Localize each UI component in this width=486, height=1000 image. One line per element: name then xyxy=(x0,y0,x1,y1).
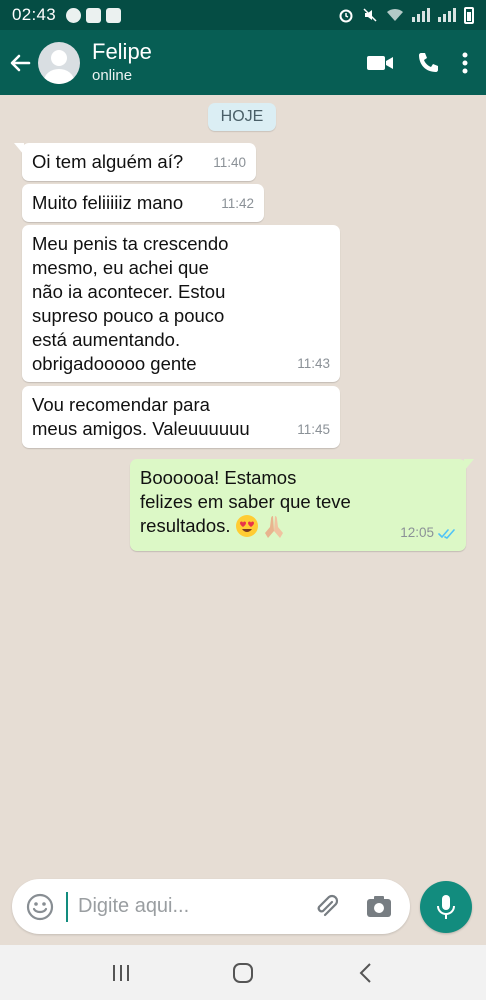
back-arrow-icon xyxy=(10,54,31,71)
message-time: 11:43 xyxy=(297,356,330,371)
home-icon xyxy=(233,962,253,983)
attach-button[interactable] xyxy=(310,890,344,924)
wifi-icon xyxy=(387,8,403,21)
status-indicators xyxy=(338,6,474,24)
recent-apps-icon xyxy=(113,964,129,981)
header-actions xyxy=(366,51,468,75)
voice-call-button[interactable] xyxy=(416,51,440,75)
praying-hands-emoji-icon xyxy=(264,516,283,539)
message-time: 11:40 xyxy=(213,155,246,170)
status-time: 02:43 xyxy=(12,5,57,24)
paperclip-icon xyxy=(317,894,339,916)
contact-avatar[interactable] xyxy=(38,41,80,84)
mute-icon xyxy=(363,8,377,22)
heart-eyes-emoji-icon xyxy=(235,515,258,538)
camera-button[interactable] xyxy=(362,890,396,924)
notification-icon xyxy=(86,7,102,23)
menu-button[interactable] xyxy=(462,52,468,74)
back-chevron-icon xyxy=(359,962,371,983)
system-navigation-bar xyxy=(0,945,486,1000)
text-cursor xyxy=(66,891,68,922)
chat-area[interactable]: HOJE Oi tem alguém aí? 11:40 Muito felii… xyxy=(0,95,486,945)
message-text: Meu penis ta crescendo mesmo, eu achei q… xyxy=(32,233,229,374)
home-button[interactable] xyxy=(223,953,263,993)
camera-icon xyxy=(367,895,391,917)
message-emojis xyxy=(235,514,286,540)
message-time: 11:45 xyxy=(297,422,330,437)
video-call-button[interactable] xyxy=(366,53,394,73)
double-check-read-icon xyxy=(438,528,455,539)
more-vertical-icon xyxy=(462,52,468,73)
contact-name: Felipe xyxy=(92,38,152,64)
phone-icon xyxy=(419,52,438,72)
day-separator: HOJE xyxy=(208,103,276,131)
contact-status: online xyxy=(92,66,133,84)
voice-message-button[interactable] xyxy=(420,881,472,933)
outgoing-message[interactable]: Boooooa! Estamos felizes em saber que te… xyxy=(130,459,474,551)
video-camera-icon xyxy=(367,55,393,70)
contact-info[interactable]: Felipe online xyxy=(92,39,152,87)
back-nav-button[interactable] xyxy=(345,953,385,993)
message-time: 11:42 xyxy=(221,196,254,211)
incoming-message[interactable]: Meu penis ta crescendo mesmo, eu achei q… xyxy=(22,225,340,382)
incoming-message[interactable]: Muito feliiiiiz mano 11:42 xyxy=(22,184,264,222)
message-time: 12:05 xyxy=(400,525,434,540)
message-text: Vou recomendar para meus amigos. Valeuuu… xyxy=(32,394,250,439)
notification-icon xyxy=(106,7,122,23)
back-button[interactable] xyxy=(4,30,36,95)
battery-icon xyxy=(464,6,474,24)
incoming-message[interactable]: Vou recomendar para meus amigos. Valeuuu… xyxy=(22,386,340,448)
alarm-icon xyxy=(339,9,353,23)
chat-header: Felipe online xyxy=(0,30,486,95)
status-bar: 02:43 xyxy=(0,0,486,30)
whatsapp-notification-icon xyxy=(66,7,82,23)
message-input[interactable] xyxy=(78,895,308,918)
microphone-icon xyxy=(437,895,455,919)
signal-icon xyxy=(412,8,430,22)
emoji-button[interactable] xyxy=(22,889,58,925)
signal-icon xyxy=(438,8,456,22)
message-composer xyxy=(12,879,410,934)
recent-apps-button[interactable] xyxy=(101,953,141,993)
smiley-icon xyxy=(26,893,54,920)
incoming-message[interactable]: Oi tem alguém aí? 11:40 xyxy=(14,143,256,181)
